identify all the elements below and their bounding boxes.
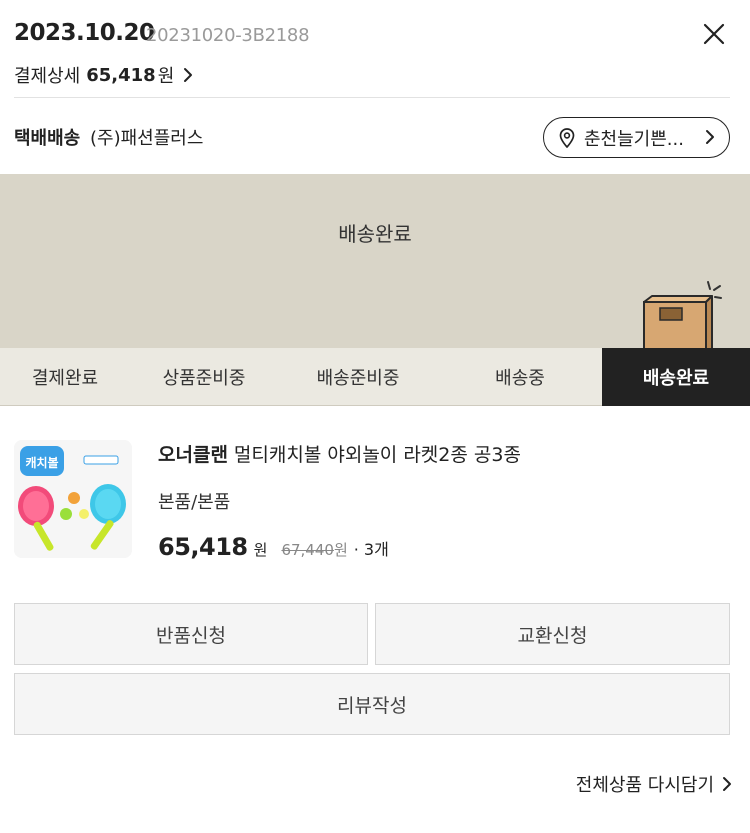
product-name: 멀티캐치볼 야외놀이 라켓2종 공3종 xyxy=(233,444,521,466)
chevron-right-icon xyxy=(706,130,714,144)
product-original-currency: 원 xyxy=(333,541,348,559)
step-in-transit: 배송중 xyxy=(495,368,545,389)
step-payment-complete: 결제완료 xyxy=(31,368,99,389)
payment-currency: 원 xyxy=(157,66,175,87)
shipping-company: (주)패션플러스 xyxy=(89,128,204,149)
delivery-progress-steps: 결제완료 상품준비중 배송준비중 배송중 배송완료 xyxy=(0,348,750,406)
product-thumbnail[interactable]: 캐치볼 xyxy=(14,440,132,558)
delivery-status-title: 배송완료 xyxy=(338,222,412,246)
order-date: 2023.10.20 xyxy=(14,20,155,46)
delivery-address-button[interactable]: 춘천늘기쁜... xyxy=(543,117,730,158)
product-image: 캐치볼 xyxy=(14,440,132,558)
divider xyxy=(14,97,730,98)
product-name-line[interactable]: 오너클랜 멀티캐치볼 야외놀이 라켓2종 공3종 xyxy=(158,440,521,467)
product-quantity: · 3개 xyxy=(353,540,389,559)
shipping-info: 택배배송 (주)패션플러스 xyxy=(14,124,203,150)
product-option: 본품/본품 xyxy=(158,492,231,513)
product-price-currency: 원 xyxy=(253,541,268,559)
order-product-item: 캐치볼 오너클랜 멀티캐치볼 야외놀이 라켓2종 공3종 본품/본품 65,418… xyxy=(14,440,730,570)
product-price: 65,418 xyxy=(158,533,248,561)
delivery-address-label: 춘천늘기쁜... xyxy=(584,128,684,150)
write-review-button[interactable]: 리뷰작성 xyxy=(14,673,730,735)
step-preparing-shipment: 배송준비중 xyxy=(316,368,400,389)
order-number: 20231020-3B2188 xyxy=(146,25,310,46)
product-brand: 오너클랜 xyxy=(158,444,228,466)
re-add-all-to-cart-link[interactable]: 전체상품 다시담기 xyxy=(576,771,732,797)
payment-detail-link[interactable]: 결제상세 65,418 원 xyxy=(14,63,194,87)
delivery-status-banner: 배송완료 xyxy=(0,174,750,350)
step-preparing-product: 상품준비중 xyxy=(162,368,246,389)
exchange-request-button[interactable]: 교환신청 xyxy=(375,603,730,665)
chevron-right-icon xyxy=(723,777,731,791)
delivery-box-icon xyxy=(643,281,722,350)
payment-amount: 65,418 xyxy=(86,64,156,86)
product-original-price: 67,440 xyxy=(281,541,334,559)
location-pin-icon xyxy=(559,127,575,148)
payment-detail-label: 결제상세 xyxy=(14,66,81,87)
order-header: 2023.10.20 20231020-3B2188 결제상세 65,418 원 xyxy=(0,0,750,98)
return-request-button[interactable]: 반품신청 xyxy=(14,603,368,665)
product-image-label: 캐치볼 xyxy=(25,455,58,470)
chevron-right-icon xyxy=(184,68,193,82)
shipping-type: 택배배송 xyxy=(14,128,81,149)
re-add-all-label: 전체상품 다시담기 xyxy=(575,775,714,796)
step-delivered: 배송완료 xyxy=(602,348,750,406)
close-icon[interactable] xyxy=(698,18,730,50)
product-price-row: 65,418 원 67,440 원 · 3개 xyxy=(158,533,389,561)
